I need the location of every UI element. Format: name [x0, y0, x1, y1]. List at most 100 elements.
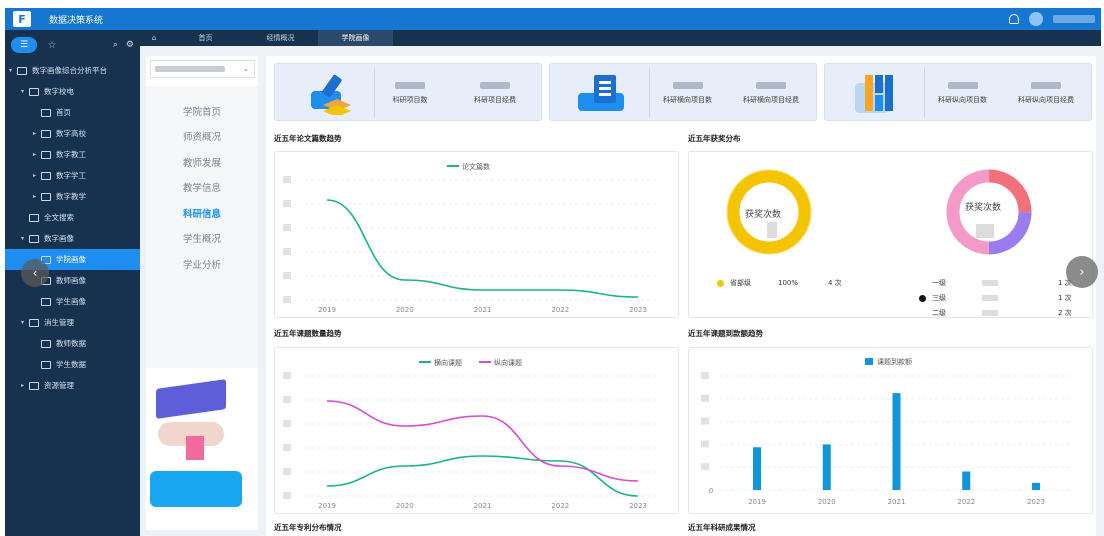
sub-menu-item[interactable]: 教师发展	[146, 149, 258, 175]
sidebar-item[interactable]: ▸ 资源管理	[5, 375, 140, 396]
folder-icon	[29, 234, 39, 243]
x-tick-label: 2021	[888, 498, 906, 506]
sidebar-item-label: 学院画像	[56, 255, 86, 264]
sidebar-item[interactable]: 首页	[5, 102, 140, 123]
legend-dot	[717, 279, 724, 287]
folder-icon	[41, 108, 51, 117]
y-tick-blurred	[283, 468, 291, 475]
caret-icon: ▾	[21, 319, 25, 326]
y-tick-blurred	[701, 372, 709, 379]
microscope-icon	[279, 68, 375, 118]
legend-label: 课题到款额	[877, 357, 912, 366]
stat-card-horizontal: 科研横向项目数 科研横向项目经费	[549, 63, 817, 121]
x-tick-label: 2020	[818, 498, 836, 506]
tab-college-portrait[interactable]: 学院画像	[318, 30, 393, 46]
sidebar-item-label: 数字教工	[56, 150, 86, 159]
sidebar-item-label: 首页	[56, 108, 71, 117]
y-tick-blurred	[283, 396, 291, 403]
sidebar-item[interactable]: ▸ 数字高校	[5, 123, 140, 144]
sub-menu: 学院首页 师资概况 教师发展 教学信息 科研信息 学生概况 学业分析	[146, 86, 258, 368]
legend-count: 2 次	[1058, 309, 1072, 317]
legend-name: 省部级	[730, 279, 751, 287]
x-tick-label: 2022	[957, 498, 975, 506]
caret-icon: ▾	[21, 88, 25, 95]
home-icon[interactable]: ⌂	[140, 30, 168, 46]
sidebar-item[interactable]: ▸ 数字教工	[5, 144, 140, 165]
collapse-left-arrow-icon[interactable]: ‹	[21, 259, 49, 287]
y-tick-blurred	[283, 224, 291, 231]
legend-level-3: 三级 1 次	[919, 293, 1072, 303]
folder-icon	[29, 87, 39, 96]
folder-icon	[29, 381, 39, 390]
funding-panel: 0 2019 2020 2021 2022 2023 课题到款额	[688, 347, 1093, 514]
chevron-down-icon: ⌄	[243, 65, 249, 73]
tab-home[interactable]: 首页	[168, 30, 243, 46]
y-tick-label: 0	[709, 487, 713, 495]
stat-card-vertical: 科研纵向项目数 科研纵向项目经费	[824, 63, 1092, 121]
y-tick-blurred	[701, 463, 709, 471]
series-line-0	[326, 199, 639, 298]
legend-label: 纵向课题	[494, 358, 522, 367]
sidebar-item[interactable]: ▾ 数字画像	[5, 228, 140, 249]
settings-icon[interactable]: ⚙	[126, 40, 134, 50]
carousel-right-arrow-icon[interactable]: ›	[1066, 256, 1098, 288]
college-select[interactable]: ⌄	[150, 60, 255, 78]
menu-list-icon[interactable]: ☰	[11, 37, 37, 53]
sidebar-item[interactable]: 学生画像	[5, 291, 140, 312]
stat-label: 科研纵向项目经费	[1018, 95, 1074, 104]
sidebar-item[interactable]: ▾ 数字校电	[5, 81, 140, 102]
app: F 数据决策系统 ☰ ☆ ⌕ ⚙ ▾ 数字画像综合分析平台 ▾ 数字校电 首页 ▸ 数字高校…	[0, 0, 1104, 536]
legend-level-1: 一级 1 次	[919, 278, 1072, 288]
y-tick-blurred	[283, 444, 291, 451]
avatar[interactable]	[1029, 12, 1043, 26]
app-title: 数据决策系统	[49, 15, 104, 26]
y-tick-blurred	[701, 394, 709, 402]
tab-overview[interactable]: 经情概况	[243, 30, 318, 46]
content-area: ⌄ 学院首页 师资概况 教师发展 教学信息 科研信息 学生概况 学业分析 科研项目数 科研项…	[140, 46, 1104, 536]
section-title: 近五年论文篇数趋势	[274, 134, 342, 143]
x-tick-label: 2022	[551, 502, 569, 510]
folder-icon	[29, 318, 39, 327]
favorite-star-icon[interactable]: ☆	[43, 37, 61, 53]
folder-icon	[41, 129, 51, 138]
caret-icon: ▸	[33, 130, 37, 137]
sidebar-item-label: 数字教学	[56, 192, 86, 201]
sidebar-item[interactable]: ▾ 数字画像综合分析平台	[5, 60, 140, 81]
y-tick-blurred	[283, 296, 291, 303]
sidebar-item[interactable]: ▸ 数字教学	[5, 186, 140, 207]
sidebar-item-label: 教师画像	[56, 276, 86, 285]
sidebar-item-label: 全文搜索	[44, 213, 74, 222]
sidebar-item[interactable]: 学生数据	[5, 354, 140, 375]
nav-tree: ▾ 数字画像综合分析平台 ▾ 数字校电 首页 ▸ 数字高校 ▸ 数字教工 ▸ 数字学工 ▸ 数字教学 全文…	[5, 60, 140, 396]
topic-trend-chart: 2019 2020 2021 2022 2023 横向课题 纵向课题	[283, 358, 660, 510]
legend-name: 一级	[932, 279, 946, 287]
legend-pct: 100%	[778, 279, 799, 287]
stat-value-blurred	[480, 81, 510, 89]
section-title: 近五年课题到款额趋势	[688, 329, 763, 338]
sub-menu-item[interactable]: 学业分析	[146, 251, 258, 277]
document-icon	[554, 68, 650, 118]
sub-menu-item[interactable]: 学生概况	[146, 226, 258, 252]
sidebar-item[interactable]: 全文搜索	[5, 207, 140, 228]
bell-icon[interactable]	[1009, 14, 1019, 24]
sub-menu-item[interactable]: 科研信息	[146, 200, 258, 226]
search-icon[interactable]: ⌕	[113, 40, 118, 50]
tab-bar: ⌂ 首页 经情概况 学院画像	[140, 30, 1101, 46]
stat-value-blurred	[756, 81, 786, 89]
sidebar-item[interactable]: ▸ 数字学工	[5, 165, 140, 186]
sub-menu-item[interactable]: 师资概况	[146, 124, 258, 150]
sidebar-item-label: 教师数据	[56, 339, 86, 348]
x-tick-label: 2023	[629, 502, 647, 510]
section-title: 近五年获奖分布	[688, 134, 741, 143]
sub-menu-item[interactable]: 教学信息	[146, 175, 258, 201]
sidebar-item[interactable]: 教师数据	[5, 333, 140, 354]
stat-value-blurred	[672, 81, 703, 89]
sub-menu-item[interactable]: 学院首页	[146, 98, 258, 124]
user-name-blurred[interactable]	[1053, 15, 1095, 23]
paper-trend-panel: 2019 2020 2021 2022 2023 论文篇数	[274, 151, 679, 318]
x-tick-label: 2021	[474, 306, 492, 314]
y-tick-blurred	[701, 440, 709, 448]
sidebar-item[interactable]: ▾ 消生管理	[5, 312, 140, 333]
x-tick-label: 2019	[318, 306, 336, 314]
x-tick-label: 2022	[551, 306, 569, 314]
